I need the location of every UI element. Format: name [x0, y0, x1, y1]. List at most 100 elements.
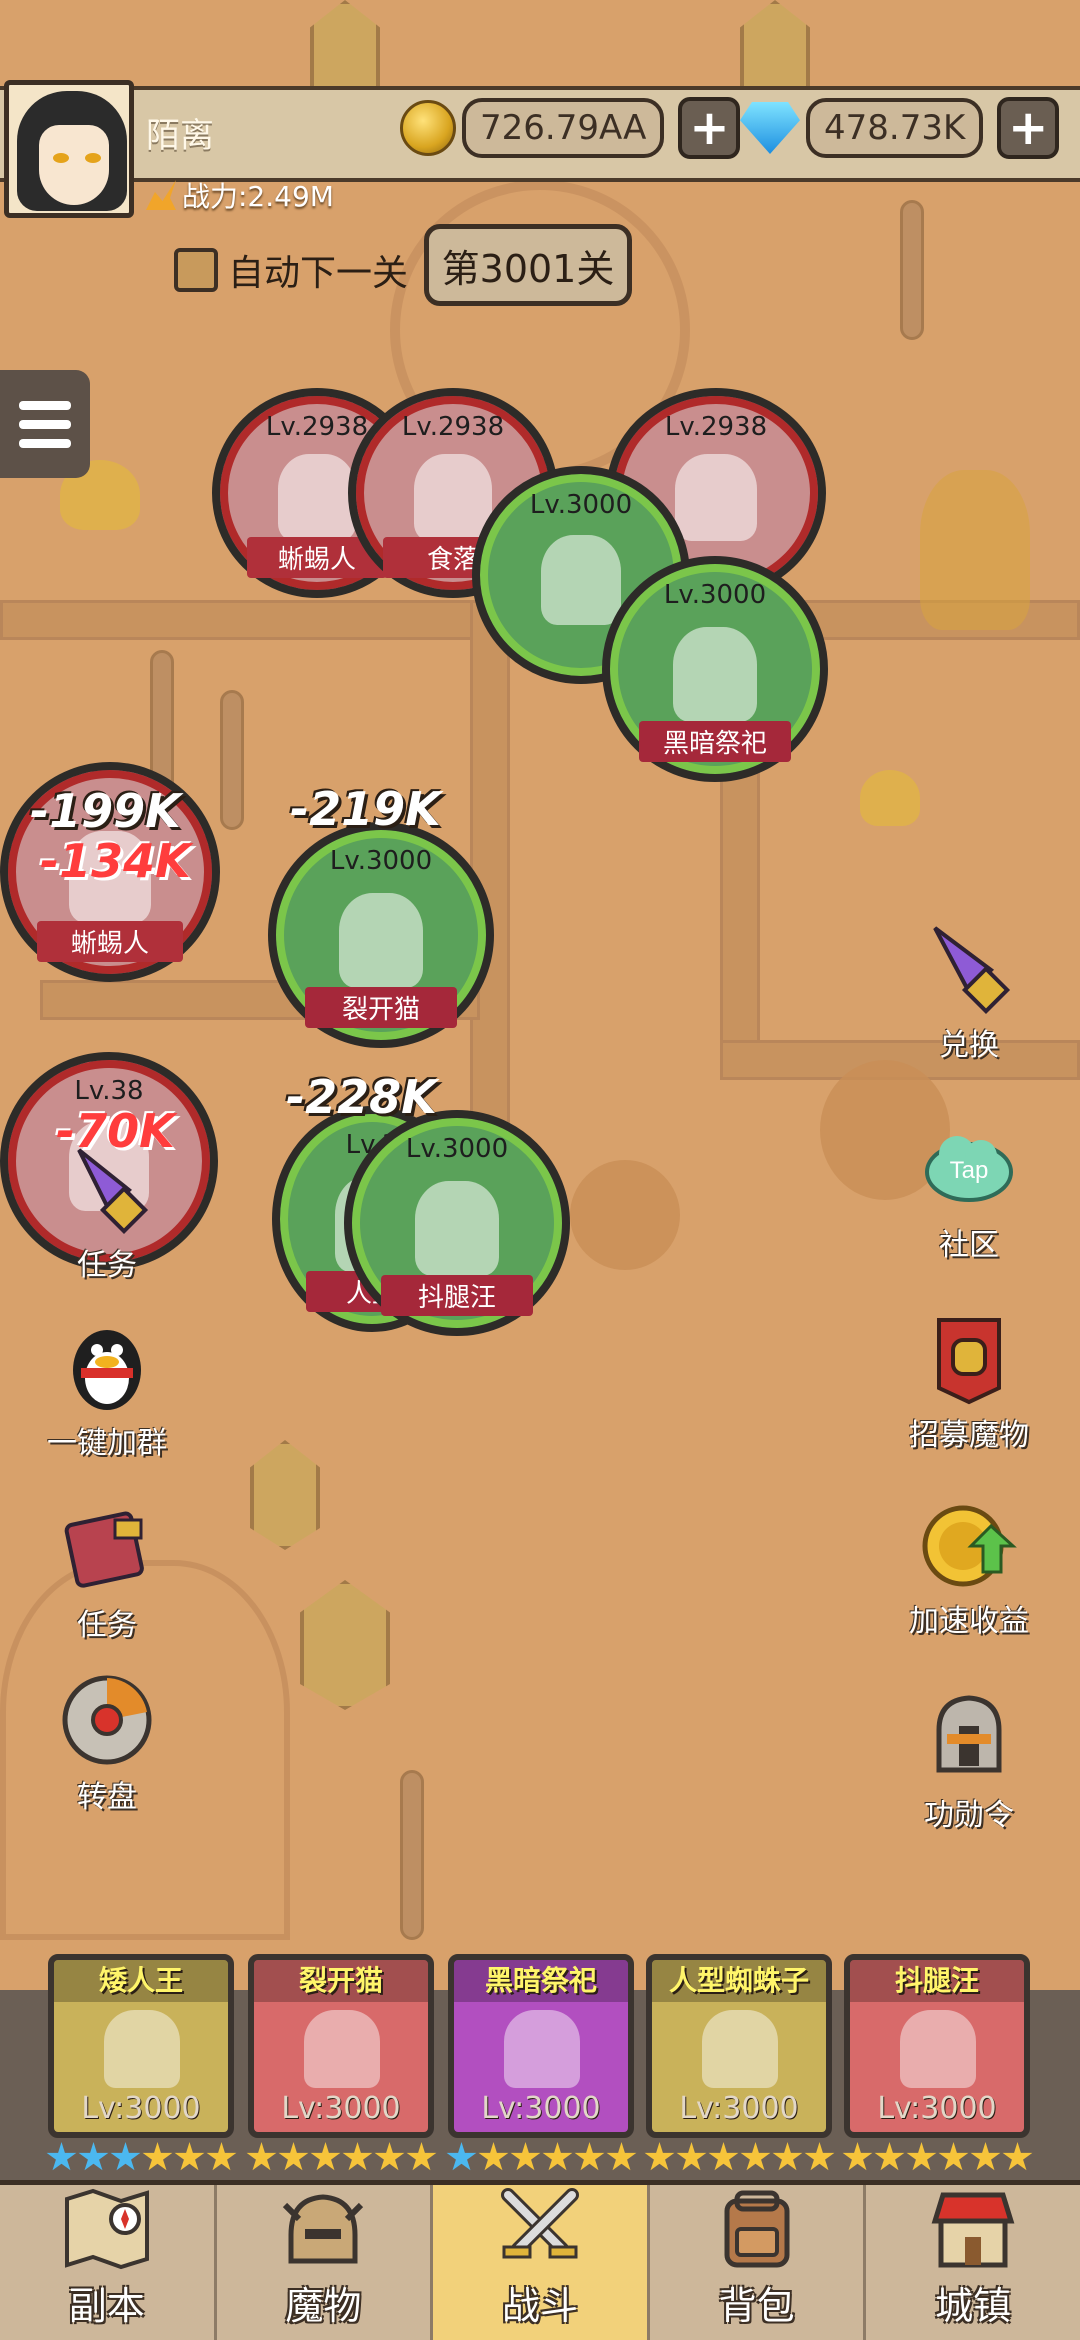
star-icon — [542, 2142, 573, 2171]
nav-town[interactable]: 城镇 — [866, 2185, 1080, 2340]
card-stars — [644, 2142, 835, 2173]
star-icon — [374, 2142, 405, 2171]
nav-dungeon-label: 副本 — [68, 2284, 145, 2328]
nav-battle-label: 战斗 — [501, 2284, 578, 2328]
map-icon — [64, 2188, 149, 2270]
quest-label: 任务 — [77, 1248, 137, 1283]
lizardman-figure — [278, 454, 356, 542]
menu-button[interactable] — [0, 370, 90, 478]
svg-text:Tap: Tap — [950, 1157, 989, 1184]
auto-next-stage-toggle[interactable]: 自动下一关 — [174, 244, 408, 296]
rocket-icon — [933, 926, 1011, 1015]
card-name: 裂开猫 — [254, 1960, 428, 2002]
star-icon — [278, 2142, 309, 2171]
nav-backpack[interactable]: 背包 — [650, 2185, 867, 2340]
speed-up-income-button[interactable]: 加速收益 — [894, 1496, 1044, 1640]
ally-unit-split-cat[interactable]: Lv.3000 裂开猫 — [268, 822, 494, 1048]
power-icon — [146, 180, 176, 210]
shop-icon — [931, 2192, 1015, 2268]
star-icon — [174, 2142, 205, 2171]
star-icon — [510, 2142, 541, 2171]
card-stars — [842, 2142, 1033, 2173]
star-icon — [110, 2142, 141, 2171]
cat-figure — [339, 893, 423, 988]
exchange-button[interactable]: 兑换 — [894, 920, 1044, 1064]
team-card[interactable]: 人型蜘蛛子 Lv:3000 — [646, 1954, 832, 2138]
ally-unit-shaky-dog[interactable]: Lv.3000 抖腿汪 — [344, 1110, 570, 1336]
star-icon — [78, 2142, 109, 2171]
star-icon — [938, 2142, 969, 2171]
card-name: 黑暗祭祀 — [454, 1960, 628, 2002]
card-level: Lv:3000 — [81, 2091, 201, 2126]
star-icon — [606, 2142, 637, 2171]
unit-level: Lv.3000 — [405, 1134, 509, 1164]
nav-backpack-label: 背包 — [718, 2284, 795, 2328]
team-card[interactable]: 抖腿汪 Lv:3000 — [844, 1954, 1030, 2138]
unit-level: Lv.2938 — [401, 412, 505, 442]
stage-button[interactable]: 第3001关 — [424, 224, 632, 306]
gold-coin-icon — [400, 100, 456, 156]
dog-figure — [415, 1181, 499, 1276]
card-stars — [446, 2142, 637, 2173]
unit-name: 抖腿汪 — [381, 1275, 533, 1316]
join-group-button[interactable]: 一键加群 — [32, 1318, 182, 1462]
card-name: 抖腿汪 — [850, 1960, 1024, 2002]
star-icon — [406, 2142, 437, 2171]
card-level: Lv:3000 — [679, 2091, 799, 2126]
star-icon — [804, 2142, 835, 2171]
unit-level: Lv.3000 — [329, 846, 433, 876]
backpack-icon — [724, 2190, 790, 2268]
star-icon — [906, 2142, 937, 2171]
diamond-icon — [740, 102, 800, 154]
star-icon — [842, 2142, 873, 2171]
nav-monsters[interactable]: 魔物 — [217, 2185, 434, 2340]
gold-currency: 726.79AA + — [400, 96, 741, 160]
damage-number: -199K — [30, 784, 181, 838]
card-stars — [46, 2142, 237, 2173]
player-avatar[interactable] — [4, 80, 134, 218]
star-icon — [708, 2142, 739, 2171]
team-card[interactable]: 裂开猫 Lv:3000 — [248, 1954, 434, 2138]
star-icon — [740, 2142, 771, 2171]
team-card[interactable]: 矮人王 Lv:3000 — [48, 1954, 234, 2138]
quest-button-top[interactable]: 任务 — [32, 1140, 182, 1284]
ally-unit-dark-priest[interactable]: Lv.3000 黑暗祭祀 — [602, 556, 828, 782]
statue-decoration — [920, 470, 1030, 630]
add-gold-button[interactable]: + — [678, 97, 741, 159]
spider-portrait — [702, 2010, 778, 2088]
unit-name: 裂开猫 — [305, 987, 457, 1028]
auto-next-checkbox[interactable] — [174, 248, 218, 292]
book-icon — [64, 1511, 144, 1588]
avatar-eye — [85, 153, 101, 163]
damage-number: -134K — [40, 834, 191, 888]
star-icon — [142, 2142, 173, 2171]
lucky-wheel-button[interactable]: 转盘 — [32, 1672, 182, 1816]
cactus-decoration — [900, 200, 924, 340]
star-icon — [206, 2142, 237, 2171]
quest-book-button[interactable]: 任务 — [32, 1500, 182, 1644]
card-name: 矮人王 — [54, 1960, 228, 2002]
coin-arrow-icon — [922, 1505, 1017, 1587]
exchange-label: 兑换 — [939, 1028, 999, 1063]
nav-battle[interactable]: 战斗 — [433, 2185, 650, 2340]
star-icon — [676, 2142, 707, 2171]
merit-order-button[interactable]: 功勋令 — [894, 1690, 1044, 1834]
star-icon — [478, 2142, 509, 2171]
star-icon — [574, 2142, 605, 2171]
recruit-monster-button[interactable]: 招募魔物 — [894, 1310, 1044, 1454]
combat-power: 战力:2.49M — [146, 174, 334, 216]
damage-number: -219K — [290, 782, 441, 836]
unit-level: Lv.38 — [74, 1076, 144, 1106]
merit-order-label: 功勋令 — [924, 1798, 1014, 1833]
tree-decoration — [570, 1160, 680, 1270]
recruit-monster-label: 招募魔物 — [909, 1418, 1029, 1453]
community-button[interactable]: Tap 社区 — [894, 1120, 1044, 1264]
shaky-dog-portrait — [900, 2010, 976, 2088]
helmet-banner-icon — [937, 1318, 1001, 1405]
bottom-navigation: 副本 魔物 战斗 背包 城镇 — [0, 2180, 1080, 2340]
hamburger-line — [19, 438, 71, 448]
nav-dungeon[interactable]: 副本 — [0, 2185, 217, 2340]
skull-decoration — [860, 770, 920, 826]
team-card[interactable]: 黑暗祭祀 Lv:3000 — [448, 1954, 634, 2138]
add-gems-button[interactable]: + — [997, 97, 1060, 159]
